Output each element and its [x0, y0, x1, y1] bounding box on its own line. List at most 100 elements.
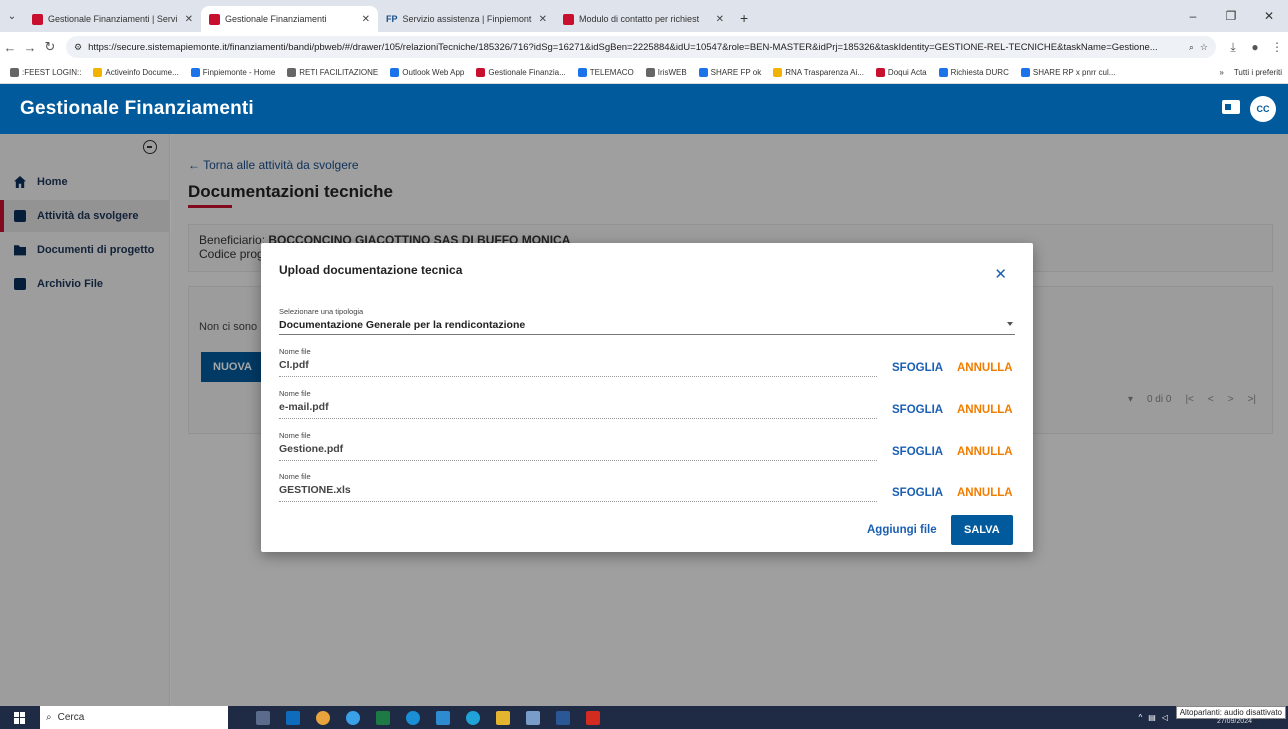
search-icon: ⌕ — [46, 712, 52, 723]
bookmark-label: RETI FACILITAZIONE — [299, 68, 379, 77]
bookmark-item[interactable]: Outlook Web App — [390, 68, 464, 77]
file-name: CI.pdf — [279, 359, 309, 371]
bookmark-item[interactable]: SHARE FP ok — [698, 68, 761, 77]
tipologia-label: Selezionare una tipologia — [279, 307, 364, 316]
star-icon[interactable]: ☆ — [1200, 42, 1208, 53]
clock-date[interactable]: 27/09/2024 — [1217, 718, 1252, 725]
bookmarks-more-button[interactable]: » — [1219, 68, 1223, 77]
excel-icon[interactable] — [376, 710, 390, 725]
file-row: Nome file CI.pdf SFOGLIA ANNULLA — [279, 347, 1015, 383]
bookmark-item[interactable]: Finpiemonte - Home — [190, 68, 275, 77]
bookmark-item[interactable]: IrisWEB — [645, 68, 687, 77]
bookmark-item[interactable]: SHARE RP x pnrr cul... — [1020, 68, 1115, 77]
download-icon[interactable]: ⤓ — [1222, 40, 1244, 55]
browser-tab-2[interactable]: Gestionale Finanziamenti ✕ — [201, 6, 378, 32]
browser-tab-4[interactable]: Modulo di contatto per richiest ✕ — [555, 6, 732, 32]
task-view-icon[interactable] — [256, 710, 270, 725]
chrome-icon[interactable] — [316, 710, 330, 725]
bookmark-item[interactable]: RNA Trasparenza Ai... — [773, 68, 864, 77]
bookmark-icon — [698, 68, 708, 77]
file-name-field[interactable]: Nome file Gestione.pdf — [279, 431, 877, 461]
sfoglia-button[interactable]: SFOGLIA — [892, 404, 943, 416]
file-label: Nome file — [279, 347, 311, 356]
bookmark-icon — [773, 68, 783, 77]
close-icon[interactable]: ✕ — [994, 265, 1007, 283]
bookmark-icon — [1020, 68, 1030, 77]
save-button[interactable]: SALVA — [951, 515, 1013, 545]
outlook-icon — [390, 68, 400, 77]
bookmark-icon — [10, 68, 19, 77]
sfoglia-button[interactable]: SFOGLIA — [892, 446, 943, 458]
tab-search-menu-icon[interactable]: ⌄ — [0, 11, 24, 22]
tab-label: Gestionale Finanziamenti | Servi — [48, 14, 178, 24]
acrobat-icon[interactable] — [586, 710, 600, 725]
speaker-muted-icon[interactable]: ◁ — [1162, 713, 1168, 722]
bookmark-item[interactable]: :FEEST LOGIN:: — [10, 68, 81, 77]
bookmark-icon — [190, 68, 200, 77]
back-arrow-icon[interactable]: ← — [0, 40, 20, 55]
minimize-icon[interactable]: – — [1174, 9, 1212, 23]
bookmark-item[interactable]: RETI FACILITAZIONE — [287, 68, 378, 77]
close-tab-icon[interactable]: ✕ — [539, 14, 547, 25]
restore-icon[interactable]: ❐ — [1212, 9, 1250, 23]
chevron-up-icon[interactable]: ^ — [1139, 713, 1143, 722]
bookmark-icon — [875, 68, 885, 77]
id-card-icon[interactable] — [1222, 100, 1240, 114]
sfoglia-button[interactable]: SFOGLIA — [892, 487, 943, 499]
bookmark-label: Outlook Web App — [402, 68, 465, 77]
red-square-icon — [563, 13, 574, 25]
forward-arrow-icon[interactable]: → — [20, 40, 40, 55]
annulla-button[interactable]: ANNULLA — [957, 362, 1013, 374]
annulla-button[interactable]: ANNULLA — [957, 446, 1013, 458]
site-info-icon[interactable]: ⚙ — [74, 42, 82, 53]
sfoglia-button[interactable]: SFOGLIA — [892, 362, 943, 374]
close-tab-icon[interactable]: ✕ — [362, 14, 370, 25]
new-tab-icon[interactable]: + — [732, 10, 756, 26]
bookmark-item[interactable]: Richiesta DURC — [938, 68, 1009, 77]
bookmark-item[interactable]: TELEMACO — [577, 68, 634, 77]
skype-icon[interactable] — [406, 710, 420, 725]
close-tab-icon[interactable]: ✕ — [716, 14, 724, 25]
photos-icon[interactable] — [436, 710, 450, 725]
windows-start-icon[interactable] — [14, 711, 26, 724]
network-icon[interactable]: ▤ — [1148, 713, 1156, 722]
menu-kebab-icon[interactable]: ⋮ — [1266, 40, 1288, 54]
reload-icon[interactable]: ↻ — [40, 39, 60, 55]
file-name: Gestione.pdf — [279, 443, 344, 455]
avatar[interactable]: CC — [1250, 96, 1276, 122]
all-bookmarks-button[interactable]: Tutti i preferiti — [1234, 68, 1282, 77]
bookmark-item[interactable]: Gestionale Finanzia... — [476, 68, 566, 77]
add-file-button[interactable]: Aggiungi file — [867, 524, 937, 536]
outlook-icon[interactable] — [286, 710, 300, 725]
window-controls: – ❐ ✕ — [1174, 0, 1288, 32]
bookmark-item[interactable]: Activeinfo Docume... — [93, 68, 179, 77]
word-icon[interactable] — [556, 710, 570, 725]
file-name-field[interactable]: Nome file GESTIONE.xls — [279, 472, 877, 502]
app-icon[interactable] — [346, 710, 360, 725]
upload-dialog: Upload documentazione tecnica ✕ Selezion… — [261, 243, 1033, 552]
close-tab-icon[interactable]: ✕ — [185, 14, 193, 25]
taskbar-search[interactable]: ⌕ Cerca — [40, 706, 228, 729]
browser-tab-1[interactable]: Gestionale Finanziamenti | Servi ✕ — [24, 6, 201, 32]
bookmark-item[interactable]: Doqui Acta — [875, 68, 927, 77]
close-window-icon[interactable]: ✕ — [1250, 9, 1288, 23]
annulla-button[interactable]: ANNULLA — [957, 404, 1013, 416]
edge-icon[interactable] — [466, 710, 480, 725]
file-label: Nome file — [279, 389, 311, 398]
red-square-icon — [32, 13, 43, 25]
annulla-button[interactable]: ANNULLA — [957, 487, 1013, 499]
red-square-icon — [209, 13, 220, 25]
app-icon[interactable] — [526, 710, 540, 725]
zoom-icon[interactable]: ⌕ — [1189, 42, 1194, 53]
file-explorer-icon[interactable] — [496, 710, 510, 725]
file-name: GESTIONE.xls — [279, 484, 351, 496]
tipologia-select[interactable]: Selezionare una tipologia Documentazione… — [279, 307, 1015, 335]
file-name: e-mail.pdf — [279, 401, 329, 413]
browser-tab-3[interactable]: FP Servizio assistenza | Finpiemont ✕ — [378, 6, 555, 32]
file-name-field[interactable]: Nome file CI.pdf — [279, 347, 877, 377]
file-name-field[interactable]: Nome file e-mail.pdf — [279, 389, 877, 419]
address-bar-row: ← → ↻ ⚙ https://secure.sistemapiemonte.i… — [0, 32, 1288, 62]
url-field[interactable]: ⚙ https://secure.sistemapiemonte.it/fina… — [66, 36, 1216, 58]
bookmark-icon — [577, 68, 587, 77]
profile-icon[interactable]: ● — [1244, 40, 1266, 54]
